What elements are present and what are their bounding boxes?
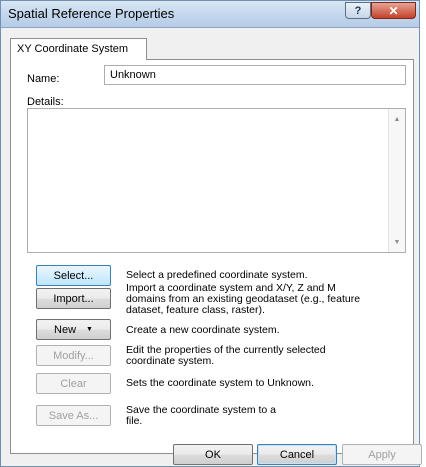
new-button[interactable]: New ▼ xyxy=(36,319,111,340)
modify-description: Edit the properties of the currently sel… xyxy=(126,344,326,367)
ok-button[interactable]: OK xyxy=(173,444,253,465)
details-scrollbar[interactable]: ▲ ▼ xyxy=(388,109,405,252)
import-description: Import a coordinate system and X/Y, Z an… xyxy=(126,282,361,316)
clear-button-label: Clear xyxy=(60,377,87,390)
select-button[interactable]: Select... xyxy=(36,265,111,286)
apply-button-label: Apply xyxy=(368,448,396,461)
select-description: Select a predefined coordinate system. xyxy=(126,269,308,281)
modify-button-label: Modify... xyxy=(53,349,94,362)
ok-button-label: OK xyxy=(205,448,221,461)
details-label: Details: xyxy=(27,96,64,108)
scroll-down-arrow-icon[interactable]: ▼ xyxy=(389,234,405,250)
new-description: Create a new coordinate system. xyxy=(126,324,280,336)
dropdown-arrow-icon: ▼ xyxy=(86,326,93,333)
spatial-reference-dialog: Spatial Reference Properties ? ✕ XY Coor… xyxy=(0,0,422,467)
cancel-button-label: Cancel xyxy=(279,448,315,461)
title-bar: Spatial Reference Properties ? ✕ xyxy=(1,1,419,28)
name-label: Name: xyxy=(27,73,60,85)
save-as-description: Save the coordinate system to a file. xyxy=(126,404,276,427)
new-button-label: New xyxy=(54,323,77,336)
clear-description: Sets the coordinate system to Unknown. xyxy=(126,377,314,389)
window-title: Spatial Reference Properties xyxy=(8,6,175,21)
tab-xy-coordinate-system[interactable]: XY Coordinate System xyxy=(10,38,147,60)
details-textbox[interactable]: ▲ ▼ xyxy=(27,108,406,253)
modify-button[interactable]: Modify... xyxy=(36,345,111,366)
apply-button[interactable]: Apply xyxy=(342,444,422,465)
help-icon: ? xyxy=(354,4,362,17)
name-value: Unknown xyxy=(110,69,156,81)
cancel-button[interactable]: Cancel xyxy=(257,444,337,465)
tab-label: XY Coordinate System xyxy=(17,43,129,55)
close-icon: ✕ xyxy=(388,3,399,18)
save-as-button[interactable]: Save As... xyxy=(36,405,111,426)
clear-button[interactable]: Clear xyxy=(36,373,111,394)
help-button[interactable]: ? xyxy=(345,2,371,19)
close-button[interactable]: ✕ xyxy=(371,2,416,19)
import-button-label: Import... xyxy=(53,292,94,305)
save-as-button-label: Save As... xyxy=(48,409,99,422)
select-button-label: Select... xyxy=(53,269,94,282)
name-field[interactable]: Unknown xyxy=(104,65,406,85)
import-button[interactable]: Import... xyxy=(36,288,111,309)
scroll-up-arrow-icon[interactable]: ▲ xyxy=(389,111,405,127)
